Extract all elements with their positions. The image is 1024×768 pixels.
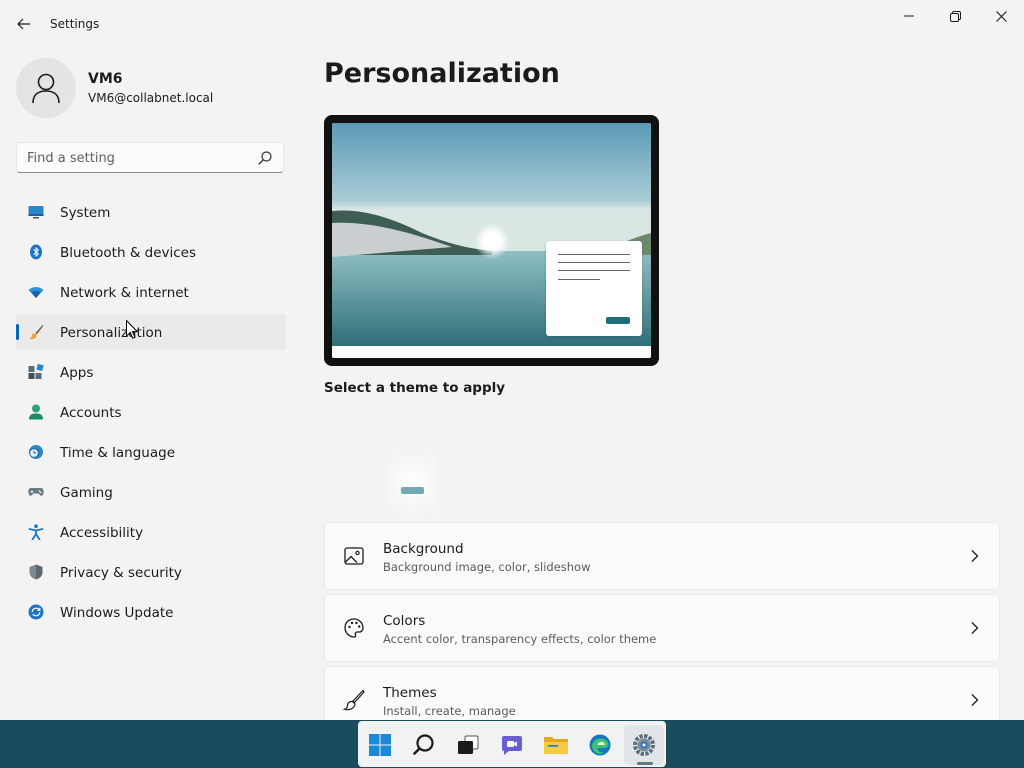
chevron-right-icon [971, 694, 979, 706]
theme-tile[interactable] [389, 455, 437, 517]
sidebar-item-label: Apps [60, 365, 94, 381]
colors-card[interactable]: Colors Accent color, transparency effect… [324, 594, 1000, 662]
sidebar-item-label: Accessibility [60, 525, 144, 541]
restore-button[interactable] [932, 4, 978, 28]
sidebar-nav: System Bluetooth & devices Network & int… [16, 194, 286, 634]
picture-icon [344, 547, 364, 565]
bluetooth-icon [30, 244, 42, 260]
mockup-line [558, 279, 600, 280]
sidebar-item-label: Personalization [60, 325, 163, 341]
chat-icon [502, 736, 522, 755]
search-input[interactable] [27, 149, 247, 167]
sidebar-item-privacy-security[interactable]: Privacy & security [16, 554, 286, 590]
sidebar-item-accessibility[interactable]: Accessibility [16, 514, 286, 550]
search-icon[interactable] [257, 150, 273, 166]
mockup-line [558, 254, 630, 255]
search-icon [413, 734, 434, 755]
mockup-button [606, 317, 630, 324]
background-card[interactable]: Background Background image, color, slid… [324, 522, 1000, 590]
chevron-right-icon [971, 550, 979, 562]
brush-icon [29, 325, 44, 340]
gamepad-icon [28, 488, 44, 496]
card-subtitle: Install, create, manage [383, 704, 516, 718]
avatar [16, 58, 76, 118]
sidebar-item-accounts[interactable]: Accounts [16, 394, 286, 430]
sidebar-item-time-language[interactable]: Time & language [16, 434, 286, 470]
card-subtitle: Accent color, transparency effects, colo… [383, 632, 657, 646]
sidebar-item-label: Privacy & security [60, 565, 182, 581]
brush-icon [343, 689, 365, 711]
shield-icon [29, 564, 43, 580]
back-arrow-icon [17, 18, 30, 30]
card-title: Colors [383, 613, 426, 629]
taskbar-search-button[interactable] [404, 725, 444, 765]
task-view-icon [458, 735, 479, 754]
page-title: Personalization [324, 58, 560, 89]
globe-clock-icon [29, 445, 43, 459]
back-button[interactable] [10, 12, 38, 36]
desktop-preview [332, 123, 651, 358]
theme-caption: Select a theme to apply [324, 380, 506, 396]
chat-button[interactable] [492, 725, 532, 765]
title-bar: Settings [0, 0, 1024, 48]
file-explorer-icon [544, 737, 568, 754]
apps-icon [28, 364, 44, 379]
sidebar-item-system[interactable]: System [16, 194, 286, 230]
minimize-button[interactable] [886, 4, 932, 28]
chevron-right-icon [971, 622, 979, 634]
sidebar-item-apps[interactable]: Apps [16, 354, 286, 390]
taskbar [0, 720, 1024, 768]
user-name: VM6 [88, 71, 123, 87]
start-icon [369, 734, 391, 756]
card-subtitle: Background image, color, slideshow [383, 560, 591, 574]
settings-window: Settings VM6 VM6@collabnet.local Find a … [0, 0, 1024, 720]
theme-tile-glow [389, 455, 437, 517]
task-view-button[interactable] [448, 725, 488, 765]
update-icon [28, 604, 44, 620]
taskbar-pinned-apps [358, 721, 666, 767]
edge-button[interactable] [580, 725, 620, 765]
sidebar-item-label: Time & language [60, 445, 176, 461]
palette-icon [344, 618, 364, 638]
app-title: Settings [50, 17, 100, 31]
card-title: Themes [383, 685, 437, 701]
sidebar-item-bluetooth[interactable]: Bluetooth & devices [16, 234, 286, 270]
wifi-icon [28, 287, 44, 298]
file-explorer-button[interactable] [536, 725, 576, 765]
close-icon [995, 10, 1007, 22]
sidebar-item-label: Gaming [60, 485, 113, 501]
search-box[interactable] [16, 142, 284, 173]
card-title: Background [383, 541, 464, 557]
sidebar-item-label: Windows Update [60, 605, 174, 621]
sidebar-item-personalization[interactable]: Personalization [16, 314, 286, 350]
window-mockup [546, 241, 642, 336]
settings-icon [633, 734, 655, 756]
mouse-cursor-icon [126, 320, 138, 339]
mockup-line [558, 262, 630, 263]
sidebar-item-label: System [60, 205, 111, 221]
edge-icon [589, 734, 611, 756]
theme-accent-swatch [401, 487, 424, 494]
user-icon [32, 73, 60, 104]
themes-card[interactable]: Themes Install, create, manage [324, 666, 1000, 720]
theme-preview [324, 115, 659, 366]
sidebar-item-label: Network & internet [60, 285, 189, 301]
sidebar-item-windows-update[interactable]: Windows Update [16, 594, 286, 630]
mockup-line [558, 270, 630, 271]
sidebar-item-gaming[interactable]: Gaming [16, 474, 286, 510]
settings-button[interactable] [624, 725, 664, 765]
accounts-icon [29, 404, 43, 420]
sidebar-item-network[interactable]: Network & internet [16, 274, 286, 310]
restore-icon [949, 10, 961, 22]
close-button[interactable] [978, 4, 1024, 28]
user-profile[interactable]: VM6 VM6@collabnet.local [16, 58, 286, 118]
sidebar-item-label: Accounts [60, 405, 122, 421]
minimize-icon [904, 15, 914, 17]
accessibility-icon [28, 524, 44, 540]
sidebar-item-label: Bluetooth & devices [60, 245, 197, 261]
start-button[interactable] [360, 725, 400, 765]
user-email: VM6@collabnet.local [88, 91, 214, 105]
system-icon [28, 206, 44, 219]
